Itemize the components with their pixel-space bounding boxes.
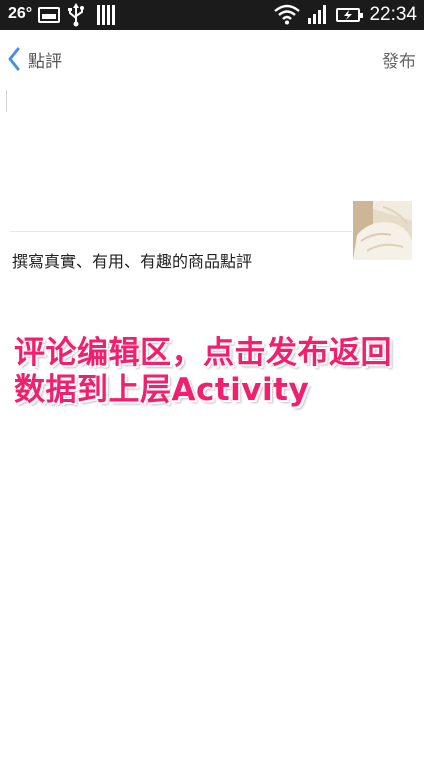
battery-charging-icon xyxy=(336,8,363,22)
annotation-overlay: 评论编辑区，点击发布返回 数据到上层Activity xyxy=(14,335,419,409)
annotation-line-2: 数据到上层Activity xyxy=(14,372,310,408)
image-icon xyxy=(38,7,60,23)
publish-button[interactable]: 發布 xyxy=(382,47,416,72)
divider xyxy=(10,231,352,232)
annotation-line-1: 评论编辑区，点击发布返回 xyxy=(14,335,392,371)
wifi-icon xyxy=(274,4,300,25)
product-thumbnail xyxy=(353,201,412,260)
page-title: 點評 xyxy=(28,51,62,72)
status-bar: 26° 22:34 xyxy=(0,0,424,30)
bars-icon xyxy=(97,5,115,25)
usb-icon xyxy=(68,3,84,27)
chevron-left-icon xyxy=(8,47,20,71)
signal-icon xyxy=(308,5,326,24)
back-button[interactable]: 點評 xyxy=(6,44,62,74)
comment-input[interactable] xyxy=(0,88,350,228)
comment-hint: 撰寫真實、有用、有趣的商品點評 xyxy=(12,252,253,271)
text-cursor xyxy=(6,90,7,112)
temperature-text: 26° xyxy=(8,5,33,22)
nav-bar: 點評 發布 xyxy=(0,30,424,88)
clock-text: 22:34 xyxy=(369,4,417,25)
